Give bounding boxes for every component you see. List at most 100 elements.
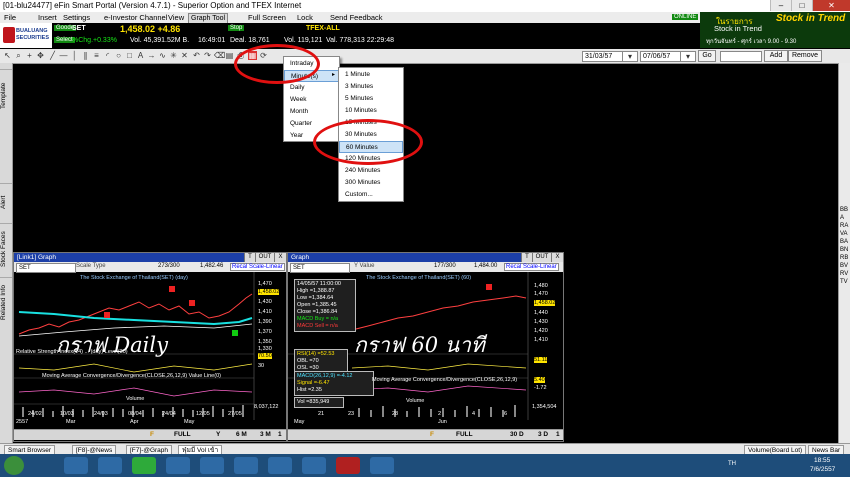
- menu-settings[interactable]: Settings: [63, 13, 90, 22]
- minimize-button[interactable]: –: [770, 0, 791, 11]
- start-button-icon[interactable]: [4, 456, 24, 475]
- save-icon[interactable]: ▤: [225, 51, 234, 60]
- period-week[interactable]: Week: [284, 94, 339, 106]
- rp-rv[interactable]: RV: [840, 271, 848, 277]
- date-from-field[interactable]: 31/03/57: [582, 51, 624, 62]
- explorer-icon[interactable]: [98, 457, 122, 474]
- gann-icon[interactable]: ✳: [169, 51, 178, 60]
- period-daily[interactable]: Daily: [284, 82, 339, 94]
- rp-ra[interactable]: RA: [840, 223, 848, 229]
- panel1-nav-f[interactable]: F: [150, 431, 154, 438]
- panel2-nav-3d[interactable]: 3 D: [538, 431, 548, 438]
- app-icon[interactable]: [234, 457, 258, 474]
- panel2-nav-1[interactable]: 1: [556, 431, 560, 438]
- panel1-nav-full[interactable]: FULL: [174, 431, 191, 438]
- acrobat-icon[interactable]: [336, 457, 360, 474]
- panel2-nav-30d[interactable]: 30 D: [510, 431, 524, 438]
- advert-banner[interactable]: ในรายการ Stock in Trend Stock in Trend ท…: [700, 12, 850, 48]
- menu-file[interactable]: File: [4, 13, 16, 22]
- tab-related-info[interactable]: Related Info: [0, 277, 12, 326]
- panel1-nav-3m[interactable]: 3 M: [260, 431, 271, 438]
- symbol-field[interactable]: [720, 51, 762, 62]
- word-icon[interactable]: [302, 457, 326, 474]
- circle-icon[interactable]: ○: [114, 51, 123, 60]
- arc-icon[interactable]: ◜: [103, 51, 112, 60]
- fibo-icon[interactable]: ≡: [92, 51, 101, 60]
- ticker-tfex[interactable]: TFEX-ALL: [306, 25, 340, 32]
- rp-a[interactable]: A: [840, 215, 844, 221]
- close-button[interactable]: ✕: [812, 0, 850, 11]
- minute-300[interactable]: 300 Minutes: [339, 177, 403, 189]
- hline-icon[interactable]: —: [59, 51, 68, 60]
- minute-240[interactable]: 240 Minutes: [339, 165, 403, 177]
- rp-ba[interactable]: BA: [840, 239, 848, 245]
- tab-stock-faces[interactable]: Stock Faces: [0, 223, 12, 274]
- panel1-out-button[interactable]: OUT: [255, 253, 274, 262]
- minute-custom[interactable]: Custom...: [339, 189, 403, 201]
- lang-indicator[interactable]: TH: [728, 461, 736, 467]
- undo-icon[interactable]: ↶: [192, 51, 201, 60]
- menu-view[interactable]: View: [168, 13, 184, 22]
- date-to-field[interactable]: 07/06/57: [640, 51, 682, 62]
- panel2-out-button[interactable]: OUT: [532, 253, 551, 262]
- rp-bb[interactable]: BB: [840, 207, 848, 213]
- tab-template[interactable]: Template: [0, 69, 12, 122]
- panel2-t-button[interactable]: T: [521, 253, 532, 262]
- rp-bv[interactable]: BV: [840, 263, 848, 269]
- menu-send-feedback[interactable]: Send Feedback: [330, 13, 383, 22]
- info-line: MACD Buy = n/a: [297, 316, 339, 322]
- panel1-t-button[interactable]: T: [244, 253, 255, 262]
- minute-3[interactable]: 3 Minutes: [339, 81, 403, 93]
- menu-lock[interactable]: Lock: [297, 13, 313, 22]
- vline-icon[interactable]: │: [70, 51, 79, 60]
- rp-bn[interactable]: BN: [840, 247, 848, 253]
- delete-icon[interactable]: ✕: [180, 51, 189, 60]
- menu-full-screen[interactable]: Full Screen: [248, 13, 286, 22]
- text-icon[interactable]: A: [136, 51, 145, 60]
- go-button[interactable]: Go: [698, 50, 716, 62]
- minute-5[interactable]: 5 Minutes: [339, 93, 403, 105]
- panel2-recal-button[interactable]: Recal Scale-Linear: [504, 263, 559, 271]
- calendar-to-icon[interactable]: ▾: [680, 51, 696, 62]
- chrome-icon[interactable]: [200, 457, 224, 474]
- redo-icon[interactable]: ↷: [203, 51, 212, 60]
- calendar-from-icon[interactable]: ▾: [622, 51, 638, 62]
- panel2-nav-full[interactable]: FULL: [456, 431, 473, 438]
- panel1-close-button[interactable]: X: [274, 253, 286, 262]
- remove-button[interactable]: Remove: [788, 50, 822, 62]
- cycle-icon[interactable]: ∿: [158, 51, 167, 60]
- minute-10[interactable]: 10 Minutes: [339, 105, 403, 117]
- ticker-symbol[interactable]: SET: [72, 25, 86, 32]
- panel1-nav-6m[interactable]: 6 M: [236, 431, 247, 438]
- cursor-icon[interactable]: ↖: [3, 51, 12, 60]
- media-icon[interactable]: [370, 457, 394, 474]
- rp-rb[interactable]: RB: [840, 255, 848, 261]
- minute-1[interactable]: 1 Minute: [339, 69, 403, 81]
- tab-alert[interactable]: Alert: [0, 183, 12, 220]
- zoom-icon[interactable]: ⌕: [14, 51, 23, 60]
- rp-va[interactable]: VA: [840, 231, 848, 237]
- channel-icon[interactable]: ∥: [81, 51, 90, 60]
- panel2-close-button[interactable]: X: [551, 253, 563, 262]
- panel1-nav-y[interactable]: Y: [216, 431, 220, 438]
- eraser-icon[interactable]: ⌫: [214, 51, 225, 60]
- menu-e-investor[interactable]: e-Investor Channel: [104, 13, 167, 22]
- crosshair-icon[interactable]: +: [25, 51, 34, 60]
- maximize-button[interactable]: □: [791, 0, 812, 11]
- pan-icon[interactable]: ✥: [36, 51, 45, 60]
- period-month[interactable]: Month: [284, 106, 339, 118]
- efin-icon[interactable]: [268, 457, 292, 474]
- arrow-icon[interactable]: →: [147, 51, 156, 60]
- panel2-ytick: 1,470: [534, 291, 548, 297]
- add-button[interactable]: Add: [764, 50, 788, 62]
- line-icon[interactable]: [132, 457, 156, 474]
- panel1-nav-1[interactable]: 1: [278, 431, 282, 438]
- menu-insert[interactable]: Insert: [38, 13, 57, 22]
- trendline-icon[interactable]: ╱: [48, 51, 57, 60]
- panel1-recal-button[interactable]: Recal Scale-Linear: [230, 263, 285, 271]
- rect-icon[interactable]: □: [125, 51, 134, 60]
- rp-tv[interactable]: TV: [840, 279, 848, 285]
- ie-icon[interactable]: [64, 457, 88, 474]
- panel2-nav-f[interactable]: F: [430, 431, 434, 438]
- photos-icon[interactable]: [166, 457, 190, 474]
